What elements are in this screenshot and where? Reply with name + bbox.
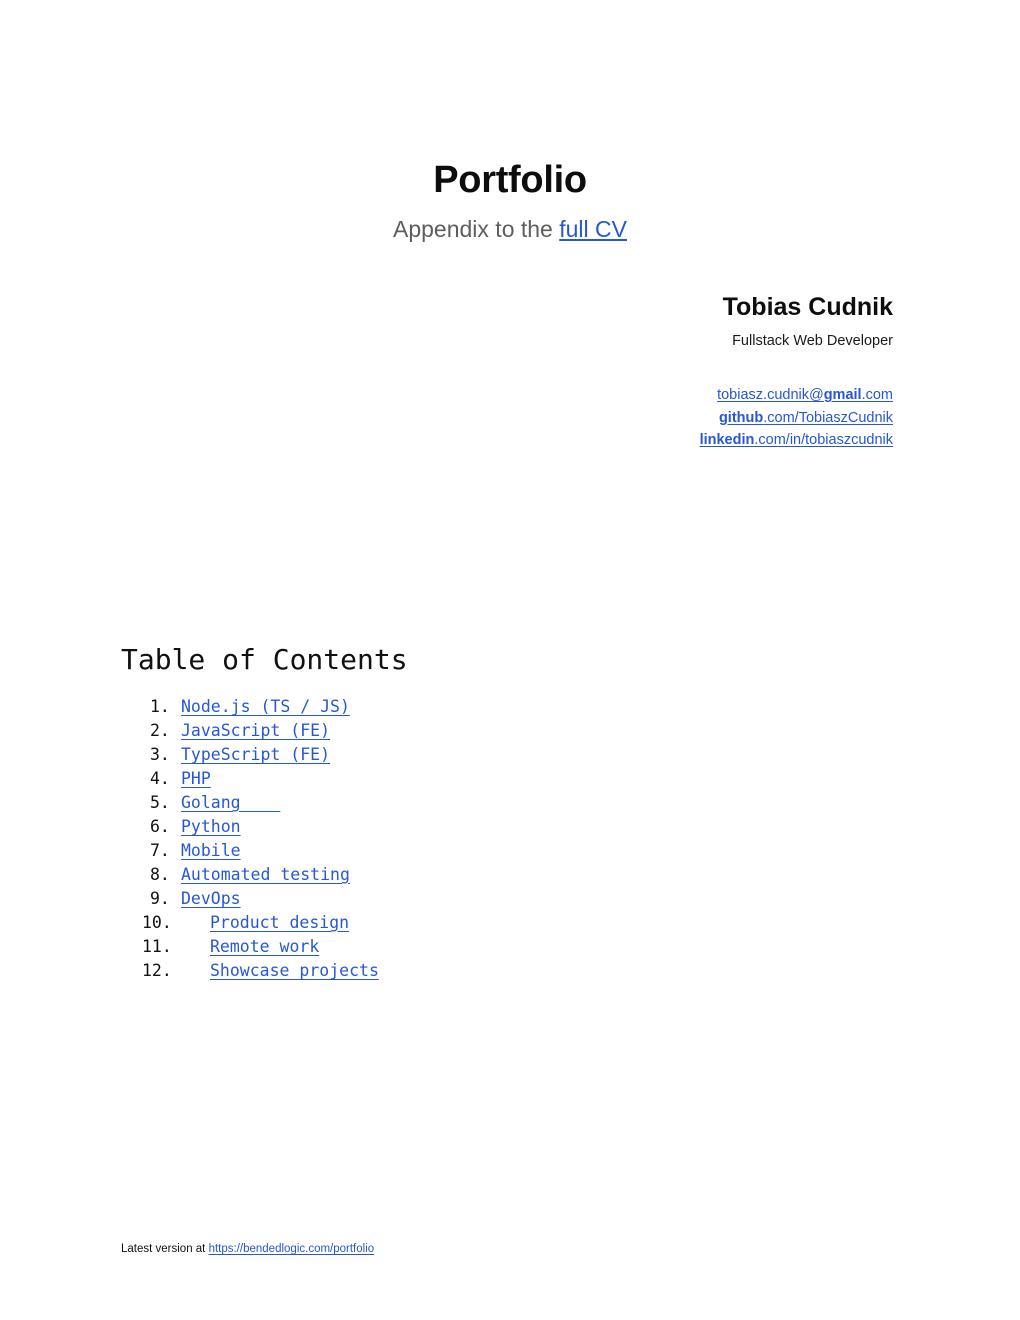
toc-item-1[interactable]: 1. Node.js (TS / JS) (121, 695, 901, 719)
linkedin-link[interactable]: linkedin.com/in/tobiaszcudnik (700, 432, 893, 448)
toc-marker: 12. (142, 961, 172, 980)
title-block: Portfolio Appendix to the full CV (0, 158, 1020, 243)
table-of-contents: Table of Contents 1. Node.js (TS / JS) 2.… (121, 643, 901, 983)
contact-line-linkedin: linkedin.com/in/tobiaszcudnik (700, 429, 893, 452)
toc-marker: 10. (142, 913, 172, 932)
email-domain-bold: gmail (823, 387, 862, 403)
email-prefix: tobiasz.cudnik@ (717, 387, 824, 403)
toc-item-4[interactable]: 4. PHP (121, 767, 901, 791)
toc-item-8[interactable]: 8. Automated testing (121, 863, 901, 887)
github-domain-bold: github (718, 409, 764, 426)
toc-marker: 5. (150, 793, 170, 812)
github-suffix: .com/TobiaszCudnik (763, 409, 893, 426)
toc-item-3[interactable]: 3. TypeScript (FE) (121, 743, 901, 767)
toc-marker: 6. (150, 817, 170, 836)
document-page: Portfolio Appendix to the full CV Tobias… (0, 0, 1020, 1320)
toc-link-golang[interactable]: Golang (181, 791, 280, 815)
toc-item-10[interactable]: 10. Product design (121, 911, 901, 935)
email-link[interactable]: tobiasz.cudnik@gmail.com (717, 387, 893, 403)
page-title: Portfolio (433, 159, 587, 201)
toc-marker: 4. (150, 769, 170, 788)
toc-item-9[interactable]: 9. DevOps (121, 887, 901, 911)
contact-links: tobiasz.cudnik@gmail.com github.com/Tobi… (700, 384, 893, 452)
toc-marker: 2. (150, 721, 170, 740)
page-subtitle: Appendix to the full CV (0, 215, 1020, 243)
toc-item-2[interactable]: 2. JavaScript (FE) (121, 719, 901, 743)
toc-marker: 9. (150, 889, 170, 908)
email-suffix: .com (861, 387, 893, 403)
author-name: Tobias Cudnik (722, 293, 893, 321)
linkedin-suffix: .com/in/tobiaszcudnik (754, 432, 893, 448)
toc-link-javascript[interactable]: JavaScript (FE) (181, 719, 330, 743)
contact-line-github: github.com/TobiaszCudnik (700, 407, 893, 430)
full-cv-link[interactable]: full CV (559, 216, 627, 242)
toc-link-product-design[interactable]: Product design (210, 911, 349, 935)
toc-item-5[interactable]: 5. Golang (121, 791, 901, 815)
toc-link-automated-testing[interactable]: Automated testing (181, 863, 350, 887)
toc-link-remote-work[interactable]: Remote work (210, 935, 319, 959)
toc-link-typescript[interactable]: TypeScript (FE) (181, 743, 330, 767)
toc-item-11[interactable]: 11. Remote work (121, 935, 901, 959)
toc-link-python[interactable]: Python (181, 815, 241, 839)
toc-link-devops[interactable]: DevOps (181, 887, 241, 911)
toc-marker: 8. (150, 865, 170, 884)
toc-marker: 3. (150, 745, 170, 764)
github-link[interactable]: github.com/TobiaszCudnik (719, 410, 893, 426)
author-role: Fullstack Web Developer (732, 333, 893, 349)
toc-marker: 1. (150, 697, 170, 716)
toc-item-12[interactable]: 12. Showcase projects (121, 959, 901, 983)
toc-link-mobile[interactable]: Mobile (181, 839, 241, 863)
linkedin-domain-bold: linkedin (699, 432, 755, 448)
footer-prefix: Latest version at (121, 1243, 209, 1255)
toc-item-6[interactable]: 6. Python (121, 815, 901, 839)
toc-marker: 11. (142, 937, 172, 956)
contact-line-email: tobiasz.cudnik@gmail.com (700, 384, 893, 407)
toc-heading: Table of Contents (121, 643, 408, 676)
toc-link-showcase-projects[interactable]: Showcase projects (210, 959, 379, 983)
subtitle-prefix: Appendix to the (393, 216, 560, 242)
toc-item-7[interactable]: 7. Mobile (121, 839, 901, 863)
author-block: Tobias Cudnik Fullstack Web Developer (723, 292, 893, 351)
footer-portfolio-link[interactable]: https://bendedlogic.com/portfolio (209, 1243, 375, 1255)
toc-marker: 7. (150, 841, 170, 860)
toc-list: 1. Node.js (TS / JS) 2. JavaScript (FE) 3.… (121, 695, 901, 983)
toc-link-nodejs[interactable]: Node.js (TS / JS) (181, 695, 350, 719)
page-footer: Latest version at https://bendedlogic.co… (121, 1241, 374, 1257)
toc-link-php[interactable]: PHP (181, 767, 211, 791)
